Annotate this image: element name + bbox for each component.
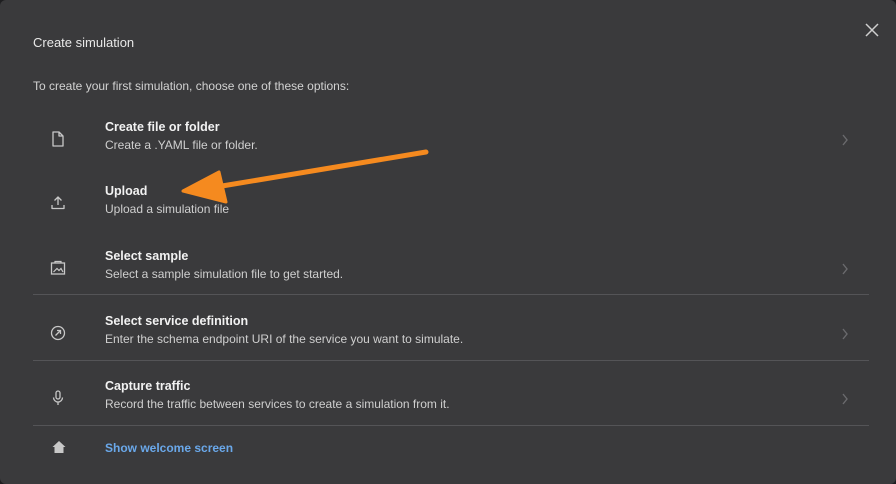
option-select-sample[interactable]: Select sample Select a sample simulation… xyxy=(33,237,869,301)
microphone-icon xyxy=(52,390,64,405)
close-icon[interactable] xyxy=(862,20,882,40)
option-upload[interactable]: Upload Upload a simulation file xyxy=(33,172,869,236)
option-description: Create a .YAML file or folder. xyxy=(105,138,258,152)
option-description: Record the traffic between services to c… xyxy=(105,397,450,411)
option-label: Capture traffic xyxy=(105,379,191,393)
chevron-right-icon xyxy=(842,134,848,146)
file-icon xyxy=(52,131,64,147)
option-description: Enter the schema endpoint URI of the ser… xyxy=(105,332,464,346)
show-welcome-screen-label: Show welcome screen xyxy=(105,441,234,455)
option-label: Select sample xyxy=(105,249,189,263)
home-icon xyxy=(52,441,66,453)
option-label: Create file or folder xyxy=(105,120,220,134)
divider xyxy=(33,425,869,426)
dialog-intro-text: To create your first simulation, choose … xyxy=(33,79,350,93)
divider xyxy=(33,294,869,295)
divider xyxy=(33,360,869,361)
option-label: Select service definition xyxy=(105,314,249,328)
option-label: Upload xyxy=(105,184,148,198)
chevron-right-icon xyxy=(842,393,848,405)
option-create-file-or-folder[interactable]: Create file or folder Create a .YAML fil… xyxy=(33,108,869,172)
chevron-right-icon xyxy=(842,263,848,275)
create-simulation-dialog: Create simulation To create your first s… xyxy=(0,0,896,484)
image-sample-icon xyxy=(50,260,66,275)
option-capture-traffic[interactable]: Capture traffic Record the traffic betwe… xyxy=(33,367,869,431)
compass-icon xyxy=(50,325,66,341)
upload-icon xyxy=(51,196,65,210)
option-description: Select a sample simulation file to get s… xyxy=(105,267,344,281)
dialog-title: Create simulation xyxy=(33,35,135,50)
option-select-service-definition[interactable]: Select service definition Enter the sche… xyxy=(33,302,869,366)
chevron-right-icon xyxy=(842,328,848,340)
show-welcome-screen-link[interactable]: Show welcome screen xyxy=(33,436,333,460)
option-description: Upload a simulation file xyxy=(105,202,230,216)
